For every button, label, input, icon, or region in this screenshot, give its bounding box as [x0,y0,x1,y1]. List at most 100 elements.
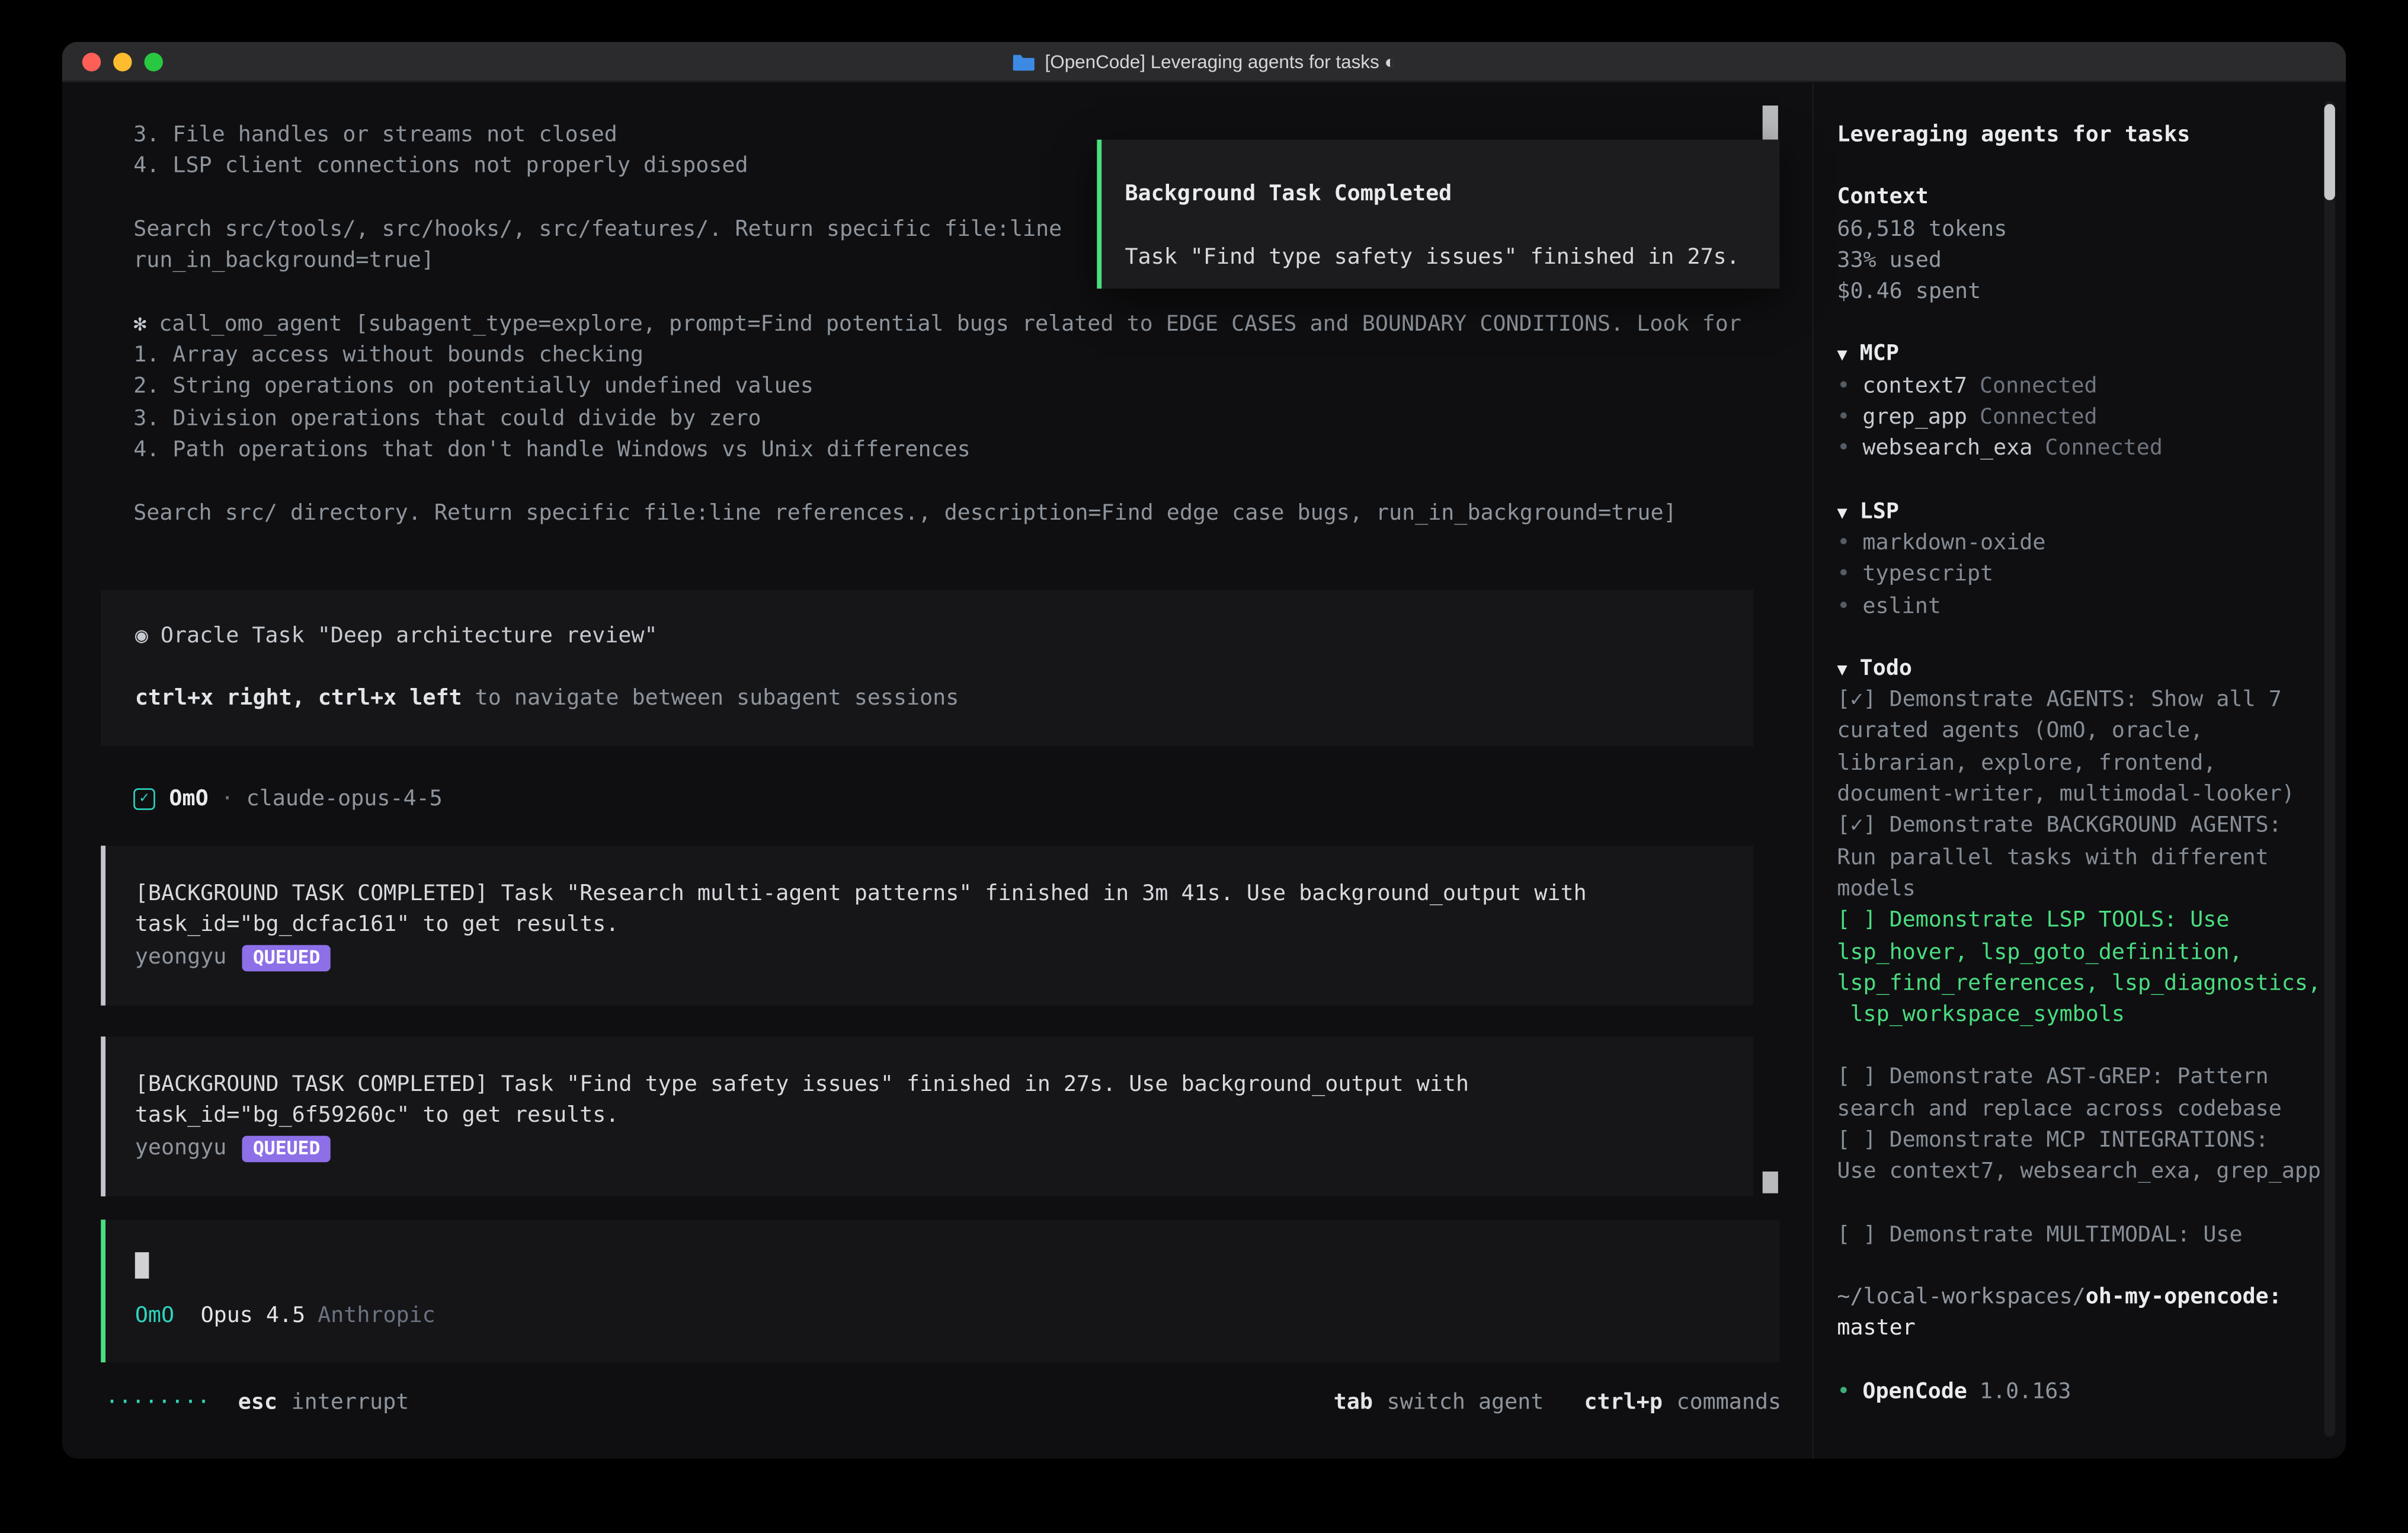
bullet-icon: • [1837,530,1850,555]
ctrlp-key-hint: ctrl+p [1584,1387,1663,1419]
oracle-task-box: ◉Oracle Task "Deep architecture review" … [101,590,1753,746]
context-tokens: 66,518 tokens [1837,213,2335,245]
statusbar-right: tab switch agent ctrl+p commands [1334,1387,1781,1419]
mcp-status: Connected [2045,437,2163,462]
app-version-number: 1.0.163 [1980,1379,2071,1404]
close-button[interactable] [82,52,101,71]
terminal-window: [OpenCode] Leveraging agents for tasks ◐… [62,42,2346,1459]
mcp-heading[interactable]: ▼ MCP [1837,339,2335,370]
session-title: Leveraging agents for tasks [1837,120,2335,151]
workspace-branch: master [1837,1313,2335,1345]
tool-call-footer: Search src/ directory. Return specific f… [133,497,1812,529]
chevron-down-icon: ▼ [1837,345,1847,366]
tool-call-line: ✻call_omo_agent [subagent_type=explore, … [133,309,1812,340]
scrollbar-thumb[interactable] [1763,1172,1778,1193]
context-heading: Context [1837,182,2335,213]
queued-message: [BACKGROUND TASK COMPLETED] Task "Resear… [101,846,1753,1005]
input-line[interactable] [135,1250,1746,1282]
bullet-icon: • [1837,374,1850,399]
todo-heading[interactable]: ▼ Todo [1837,653,2335,684]
lsp-name: eslint [1862,594,1941,619]
oracle-task-title-line: ◉ Oracle Task "Deep architecture review" [135,620,1719,652]
workspace-name: oh-my-opencode: [2086,1285,2282,1310]
hint-text: to navigate between subagent sessions [462,687,959,712]
window-title: [OpenCode] Leveraging agents for tasks ◐ [62,42,2346,81]
mcp-heading-label: MCP [1860,342,1899,367]
agent-name: OmO [169,783,208,815]
bullet-icon: • [1837,1379,1850,1404]
ctrlp-key-label: commands [1677,1387,1782,1419]
workspace-info: ~/local-workspaces/oh-my-opencode: maste… [1837,1282,2335,1345]
todo-item-active: [ ] Demonstrate LSP TOOLS: Use lsp_hover… [1837,905,2335,1031]
minimize-button[interactable] [113,52,132,71]
toast-title: Background Task Completed [1125,178,1757,210]
lsp-item-eslint: • eslint [1837,591,2335,622]
todo-item: [✓] Demonstrate BACKGROUND AGENTS: Run p… [1837,811,2335,905]
agent-check-icon: ✓ [133,788,155,810]
todo-item: [✓] Demonstrate AGENTS: Show all 7 curat… [1837,684,2335,811]
mcp-item-context7: •context7Connected [1837,370,2335,402]
folder-icon [1013,52,1036,71]
oracle-task-title: Oracle Task "Deep architecture review" [161,623,658,648]
mcp-status: Connected [1980,374,2098,399]
window-title-text: [OpenCode] Leveraging agents for tasks ◐ [1045,50,1396,72]
background-task-toast: Background Task Completed Task "Find typ… [1097,140,1779,289]
oracle-task-hint: ctrl+x right, ctrl+x left to navigate be… [135,683,1719,715]
todo-item: [ ] Demonstrate MCP INTEGRATIONS: Use co… [1837,1125,2335,1188]
tool-call-list-item: 2. String operations on potentially unde… [133,372,1812,403]
todo-item: [ ] Demonstrate MULTIMODAL: Use [1837,1219,2335,1250]
bullet-icon: • [1837,437,1850,462]
app-name: OpenCode [1862,1379,1967,1404]
todo-item: [ ] Demonstrate AST-GREP: Pattern search… [1837,1062,2335,1125]
message-meta: yeongyuQUEUED [135,1132,1719,1163]
scrollbar-thumb[interactable] [2324,104,2335,200]
spacer-line [1125,210,1757,241]
scrollbar-thumb[interactable] [1763,105,1778,140]
tab-key-label: switch agent [1387,1387,1544,1419]
window-titlebar: [OpenCode] Leveraging agents for tasks ◐ [62,42,2346,82]
mcp-status: Connected [1980,405,2098,430]
lsp-name: typescript [1862,562,1993,587]
context-spent: $0.46 spent [1837,277,2335,308]
queued-badge: QUEUED [242,945,331,971]
bullet-icon: • [1837,405,1850,430]
scrollbar-track[interactable] [2324,101,2335,1437]
prompt-input[interactable]: OmOOpus 4.5Anthropic [101,1220,1779,1363]
window-body: 3. File handles or streams not closed 4.… [62,82,2346,1459]
spacer-line [135,652,1719,683]
terminal-main-pane: 3. File handles or streams not closed 4.… [62,82,1813,1459]
text-cursor [135,1252,149,1279]
zoom-button[interactable] [145,52,163,71]
agent-header: ✓ OmO · claude-opus-4-5 [133,783,1812,815]
spinner-dots-icon: ········ [105,1387,210,1419]
tool-call-icon: ✻ [133,312,146,337]
message-text: [BACKGROUND TASK COMPLETED] Task "Find t… [135,1069,1687,1132]
todo-heading-label: Todo [1860,656,1912,681]
chevron-down-icon: ▼ [1837,503,1847,523]
message-meta: yeongyu QUEUED [135,942,1719,973]
app-version: • OpenCode 1.0.163 [1837,1375,2335,1407]
esc-key-hint: esc [238,1387,277,1419]
input-provider-name: Anthropic [318,1304,436,1329]
esc-key-label: interrupt [292,1387,409,1419]
hint-keys: ctrl+x right, ctrl+x left [135,687,462,712]
status-bar: ········ esc interrupt tab switch agent … [105,1387,1781,1419]
toast-body: Task "Find type safety issues" finished … [1125,241,1757,273]
mcp-item-websearch-exa: • websearch_exa Connected [1837,434,2335,465]
bullet-icon: • [1837,594,1850,619]
tool-call-list-item: 1. Array access without bounds checking [133,340,1812,372]
oracle-task-icon: ◉ [135,623,148,648]
mcp-name: websearch_exa [1862,437,2032,462]
message-author: yeongyu [135,1135,227,1160]
agent-model: claude-opus-4-5 [246,783,443,815]
input-meta: OmOOpus 4.5Anthropic [135,1301,1746,1332]
sidebar: Leveraging agents for tasks Context 66,5… [1812,82,2346,1459]
input-model-name: Opus 4.5 [201,1304,306,1329]
lsp-item-markdown-oxide: •markdown-oxide [1837,527,2335,559]
chevron-down-icon: ▼ [1837,660,1847,680]
tab-key-hint: tab [1334,1387,1373,1419]
lsp-heading[interactable]: ▼ LSP [1837,496,2335,527]
workspace-path: ~/local-workspaces/oh-my-opencode: [1837,1282,2335,1313]
message-author: yeongyu [135,945,227,969]
lsp-heading-label: LSP [1860,499,1899,524]
